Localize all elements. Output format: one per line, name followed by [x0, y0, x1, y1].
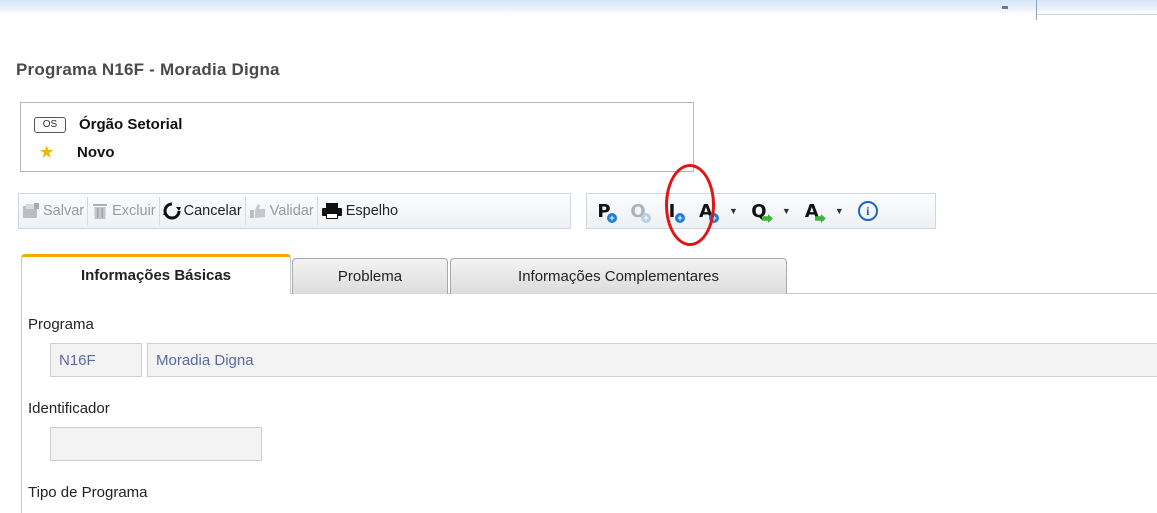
plus-icon: +: [607, 213, 617, 223]
top-menu-caret-icon[interactable]: [1002, 6, 1008, 9]
delete-button-label: Excluir: [112, 203, 156, 219]
trash-icon: [93, 204, 108, 219]
identificador-field[interactable]: [50, 427, 262, 461]
page-title: Programa N16F - Moradia Digna: [16, 60, 280, 79]
top-bar-field[interactable]: [1037, 0, 1157, 15]
tab-problema[interactable]: Problema: [292, 258, 448, 294]
os-badge-icon: OS: [34, 116, 66, 133]
status-panel: OS Órgão Setorial ★ Novo: [20, 102, 694, 172]
status-state-label: Novo: [77, 143, 115, 161]
chevron-down-icon[interactable]: ▼: [782, 206, 791, 216]
tab-informacoes-basicas[interactable]: Informações Básicas: [21, 254, 291, 294]
chevron-down-icon[interactable]: ▼: [835, 206, 844, 216]
refresh-icon: [162, 202, 181, 220]
programa-code-field[interactable]: N16F: [50, 343, 142, 377]
validate-button-label: Validar: [269, 203, 314, 219]
programa-label: Programa: [28, 316, 94, 333]
add-o-button[interactable]: O +: [627, 199, 651, 223]
status-org-row: OS Órgão Setorial: [34, 116, 182, 133]
mirror-button[interactable]: Espelho: [318, 197, 401, 225]
programa-name-field[interactable]: Moradia Digna: [147, 343, 1157, 377]
thumbs-up-icon: [249, 204, 265, 218]
q-arrow-button[interactable]: Q: [748, 199, 773, 223]
add-p-button[interactable]: P +: [593, 199, 617, 223]
a-arrow-button[interactable]: A: [801, 199, 826, 223]
identificador-label: Identificador: [28, 400, 110, 417]
status-state-row: ★ Novo: [34, 143, 115, 162]
chevron-down-icon[interactable]: ▼: [729, 206, 738, 216]
top-navigation-bar: [0, 0, 1157, 14]
tipo-programa-label: Tipo de Programa: [28, 484, 148, 501]
delete-button[interactable]: Excluir: [88, 197, 160, 225]
action-toolbar: Salvar Excluir Cancelar Validar Espelho: [18, 193, 571, 229]
save-button[interactable]: Salvar: [19, 197, 89, 225]
cancel-button-label: Cancelar: [183, 203, 242, 219]
highlight-circle-annotation: [665, 164, 715, 246]
cancel-button[interactable]: Cancelar: [160, 197, 246, 225]
star-icon: ★: [40, 144, 54, 161]
info-icon[interactable]: i: [857, 201, 878, 221]
mirror-button-label: Espelho: [345, 203, 399, 219]
save-icon: [23, 203, 39, 218]
status-org-label: Órgão Setorial: [79, 116, 183, 133]
create-toolbar: P + O + I + A + ▼ Q ▼ A ▼ i: [586, 193, 936, 229]
validate-button[interactable]: Validar: [246, 197, 318, 225]
plus-icon: +: [641, 213, 651, 223]
tab-panel: [21, 293, 1157, 513]
tab-informacoes-complementares[interactable]: Informações Complementares: [450, 258, 787, 294]
save-button-label: Salvar: [43, 203, 85, 219]
printer-icon: [321, 203, 342, 219]
